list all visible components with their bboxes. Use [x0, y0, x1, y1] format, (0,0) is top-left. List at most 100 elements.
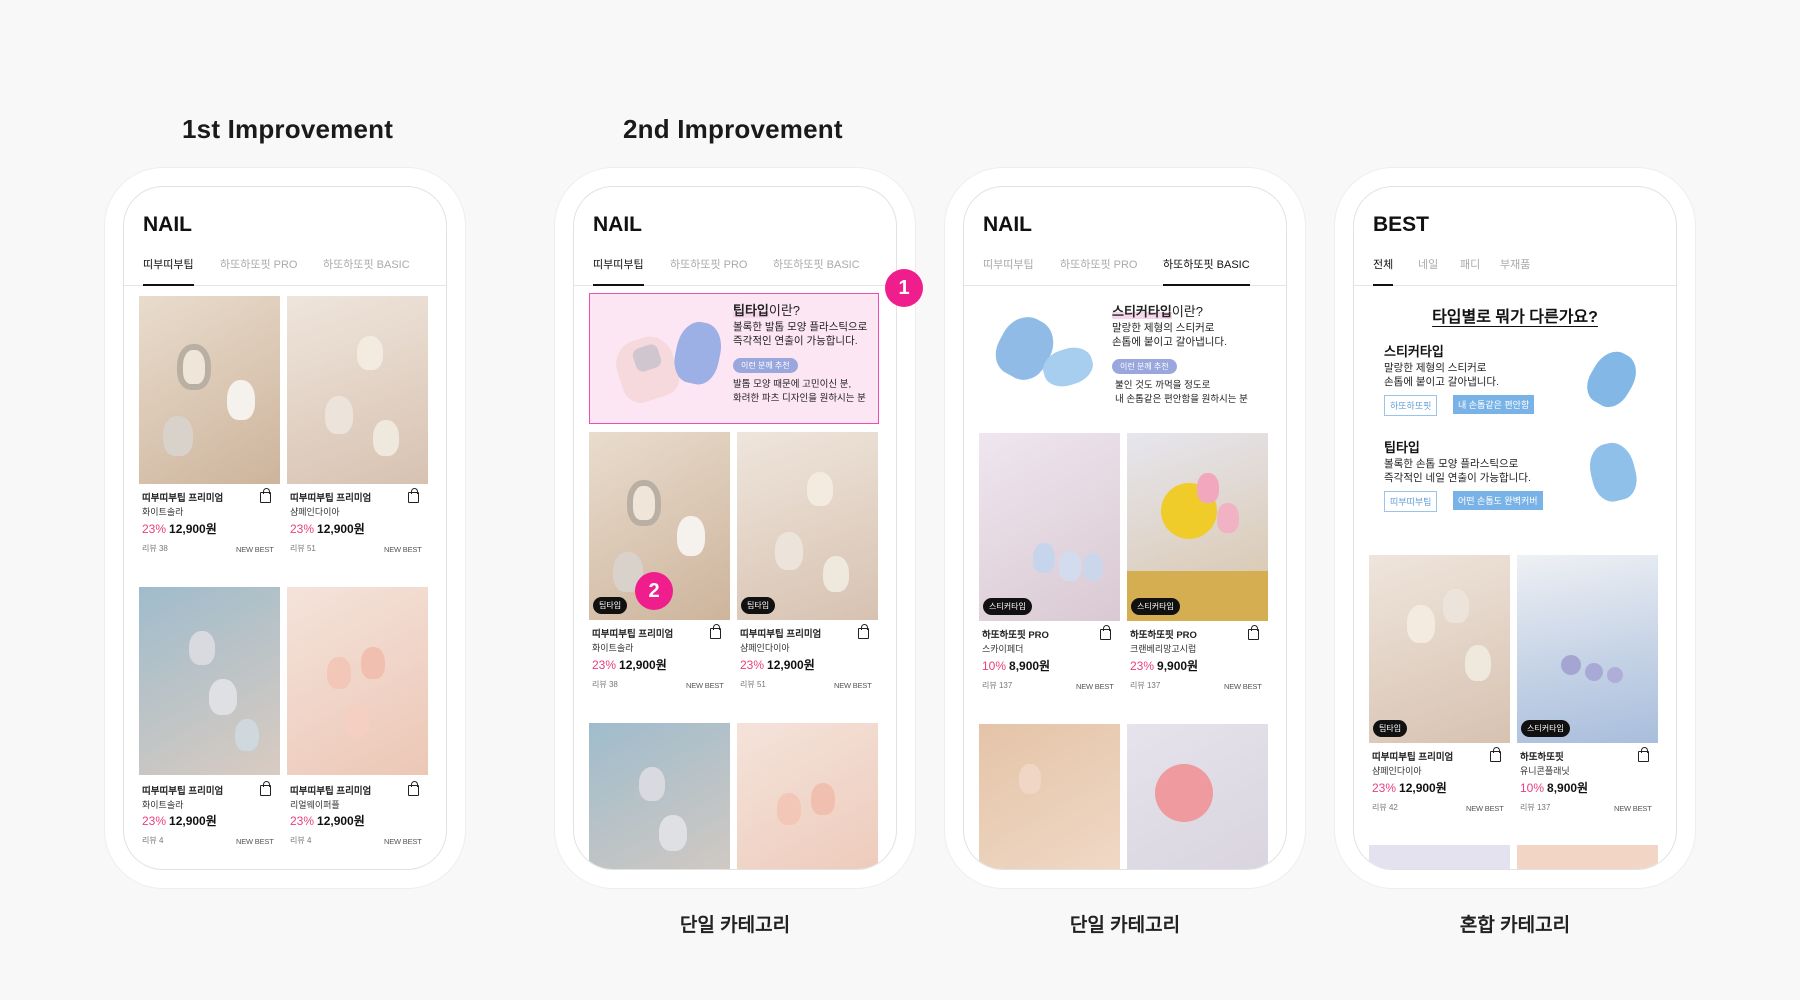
product-tags: NEW BEST	[1466, 804, 1504, 813]
tab-hatto-pro[interactable]: 하또하또핏 PRO	[1060, 253, 1138, 286]
page-title: NAIL	[983, 213, 1032, 236]
type-info-banner[interactable]: 팁타입이란? 볼록한 발톱 모양 플라스틱으로 즉각적인 연출이 가능합니다. …	[589, 293, 879, 424]
product-image[interactable]	[1127, 724, 1268, 869]
cart-icon[interactable]	[1100, 625, 1111, 640]
product-illustration	[1584, 438, 1642, 506]
price-value: 12,900원	[1399, 781, 1447, 795]
price-value: 9,900원	[1157, 659, 1199, 673]
product-illustration	[1579, 344, 1645, 414]
discount-rate: 23%	[142, 522, 167, 536]
tab-hatto-basic[interactable]: 하또하또핏 BASIC	[1163, 253, 1250, 286]
product-name: 띠부띠부팁 프리미엄	[592, 629, 674, 640]
category-tabs: 띠부띠부팁 하또하또핏 PRO 하또하또핏 BASIC	[574, 253, 896, 286]
product-image[interactable]	[737, 723, 878, 869]
caption-single-category-1: 단일 카테고리	[679, 915, 791, 936]
caption-single-category-2: 단일 카테고리	[1069, 915, 1181, 936]
banner-description: 손톱에 붙이고 갈아냅니다.	[1112, 336, 1228, 348]
tab-ttibu-tip[interactable]: 띠부띠부팁	[983, 253, 1034, 286]
product-variant: 샴페인다이아	[740, 643, 790, 653]
type-guide-title: 타입별로 뭐가 다른가요?	[1432, 309, 1598, 326]
product-name: 띠부띠부팁 프리미엄	[142, 493, 224, 504]
annotation-marker-2: 2	[635, 572, 673, 610]
heading-second-improvement: 2nd Improvement	[623, 114, 843, 144]
type-badge: 스티커타입	[983, 598, 1032, 615]
cart-icon[interactable]	[408, 781, 419, 796]
cart-icon[interactable]	[1248, 625, 1259, 640]
product-tags: NEW BEST	[384, 837, 422, 846]
product-variant: 유니콘플래닛	[1520, 766, 1570, 776]
cart-icon[interactable]	[710, 624, 721, 639]
product-name: 띠부띠부팁 프리미엄	[740, 629, 822, 640]
product-image[interactable]: 스티커타입	[1127, 433, 1268, 621]
cart-icon[interactable]	[260, 488, 271, 503]
cart-icon[interactable]	[1638, 747, 1649, 762]
product-price: 23% 12,900원	[290, 812, 365, 829]
phone-screen: NAIL 띠부띠부팁 하또하또핏 PRO 하또하또핏 BASIC 스티커타입이란…	[963, 186, 1287, 870]
banner-title: 팁타입이란?	[733, 300, 800, 319]
product-tags: NEW BEST	[236, 545, 274, 554]
tab-nail[interactable]: 네일	[1418, 253, 1438, 286]
brand-chip: 띠부띠부팁	[1384, 491, 1438, 512]
tab-accessories[interactable]: 부재품	[1500, 253, 1530, 286]
tab-hatto-pro[interactable]: 하또하또핏 PRO	[670, 253, 748, 286]
guide-item-name: 스티커타입	[1384, 344, 1444, 359]
cart-icon[interactable]	[408, 488, 419, 503]
review-count: 리뷰 137	[982, 681, 1013, 690]
product-image[interactable]	[139, 587, 280, 775]
product-image[interactable]: 스티커타입	[979, 433, 1120, 621]
phone-screen: NAIL 띠부띠부팁 하또하또핏 PRO 하또하또핏 BASIC 팁타입이란? …	[573, 186, 897, 870]
banner-title-rest: 이란?	[1171, 304, 1203, 319]
product-tags: NEW BEST	[686, 681, 724, 690]
recommend-pill: 이런 분께 추천	[1112, 359, 1177, 374]
tab-ttibu-tip[interactable]: 띠부띠부팁	[593, 253, 644, 286]
product-image[interactable]	[589, 723, 730, 869]
phone-mockup-4: BEST 전체 네일 패디 부재품 타입별로 뭐가 다른가요? 스티커타입 말랑…	[1335, 168, 1695, 888]
cart-icon[interactable]	[1490, 747, 1501, 762]
tab-all[interactable]: 전체	[1373, 253, 1394, 286]
type-badge: 팁타입	[1373, 720, 1408, 737]
type-badge: 팁타입	[593, 597, 628, 614]
product-variant: 샴페인다이아	[1372, 766, 1422, 776]
product-image[interactable]	[1369, 845, 1510, 869]
product-tags: NEW BEST	[1614, 804, 1652, 813]
product-image[interactable]	[1517, 845, 1658, 869]
product-image[interactable]: 스티커타입	[1517, 555, 1658, 743]
product-variant: 화이트솔라	[142, 507, 184, 517]
cart-icon[interactable]	[260, 781, 271, 796]
type-info-banner[interactable]: 스티커타입이란? 말랑한 제형의 스티커로 손톱에 붙이고 갈아냅니다. 이런 …	[979, 293, 1269, 424]
heading-first-improvement: 1st Improvement	[182, 114, 394, 144]
tab-hatto-pro[interactable]: 하또하또핏 PRO	[220, 253, 298, 286]
product-name: 띠부띠부팁 프리미엄	[142, 786, 224, 797]
brand-chip: 하또하또핏	[1384, 395, 1438, 416]
guide-item-sticker[interactable]: 스티커타입 말랑한 제형의 스티커로 손톱에 붙이고 갈아냅니다. 하또하또핏 …	[1369, 341, 1663, 427]
product-image[interactable]	[979, 724, 1120, 869]
product-image[interactable]: 팁타입	[1369, 555, 1510, 743]
discount-rate: 10%	[982, 659, 1007, 673]
tab-hatto-basic[interactable]: 하또하또핏 BASIC	[323, 253, 410, 286]
price-value: 12,900원	[317, 522, 365, 536]
product-tags: NEW BEST	[384, 545, 422, 554]
tab-hatto-basic[interactable]: 하또하또핏 BASIC	[773, 253, 860, 286]
product-image[interactable]	[287, 296, 428, 484]
product-image[interactable]: 팁타입	[737, 432, 878, 620]
product-price: 23% 9,900원	[1130, 657, 1198, 674]
product-image[interactable]	[139, 296, 280, 484]
guide-item-description: 볼록한 손톱 모양 플라스틱으로	[1384, 458, 1519, 470]
banner-title: 스티커타입이란?	[1112, 301, 1203, 320]
cart-icon[interactable]	[858, 624, 869, 639]
category-tabs: 전체 네일 패디 부재품	[1354, 253, 1676, 286]
product-tags: NEW BEST	[834, 681, 872, 690]
banner-description: 즉각적인 연출이 가능합니다.	[733, 335, 858, 347]
guide-item-tip[interactable]: 팁타입 볼록한 손톱 모양 플라스틱으로 즉각적인 네일 연출이 가능합니다. …	[1369, 437, 1663, 523]
tab-pedi[interactable]: 패디	[1460, 253, 1480, 286]
phone-screen: NAIL 띠부띠부팁 하또하또핏 PRO 하또하또핏 BASIC 띠부띠부팁 프…	[123, 186, 447, 870]
tab-ttibu-tip[interactable]: 띠부띠부팁	[143, 253, 194, 286]
product-variant: 화이트솔라	[592, 643, 634, 653]
price-value: 12,900원	[767, 658, 815, 672]
price-value: 12,900원	[317, 814, 365, 828]
product-image[interactable]	[287, 587, 428, 775]
product-name: 하또하또핏 PRO	[982, 630, 1049, 641]
banner-description: 말랑한 제형의 스티커로	[1112, 322, 1215, 334]
guide-item-description: 말랑한 제형의 스티커로	[1384, 362, 1487, 374]
product-tags: NEW BEST	[1224, 682, 1262, 691]
